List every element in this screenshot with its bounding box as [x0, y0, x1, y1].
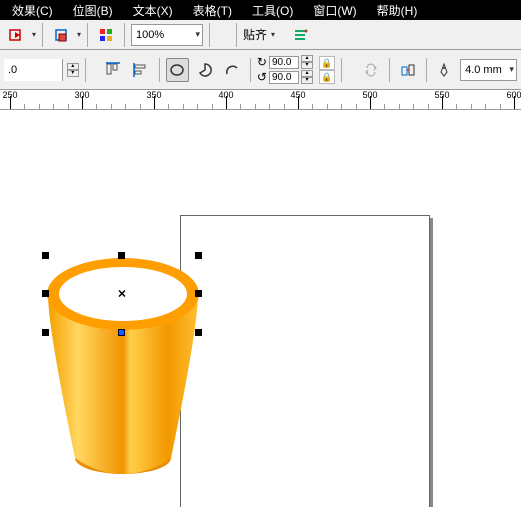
ruler-label: 600: [506, 90, 521, 100]
pie-tool-icon[interactable]: [193, 58, 216, 82]
options-icon[interactable]: [289, 23, 313, 47]
toolbar-main: ▾ ▾ 100% ▾ 贴齐 ▾: [0, 20, 521, 50]
separator: [124, 23, 125, 47]
outline-width-value: 4.0 mm: [465, 64, 502, 76]
separator: [42, 23, 43, 47]
ruler-label: 350: [146, 90, 161, 100]
outline-pen-icon[interactable]: [433, 58, 456, 82]
align-top-icon[interactable]: [102, 58, 125, 82]
import-icon[interactable]: [4, 23, 28, 47]
app-launcher-icon[interactable]: [94, 23, 118, 47]
arc-tool-icon[interactable]: [220, 58, 243, 82]
export-dd[interactable]: ▾: [77, 30, 81, 39]
align-left-icon[interactable]: [129, 58, 152, 82]
node-handle[interactable]: [118, 329, 125, 336]
rotate-ccw-icon: ↺: [257, 70, 267, 84]
ruler-label: 250: [2, 90, 17, 100]
ellipse-tool-icon[interactable]: [166, 58, 189, 82]
angle2: 90.0: [269, 71, 299, 84]
handle-bl[interactable]: [42, 329, 49, 336]
handle-tr[interactable]: [195, 252, 202, 259]
handle-mr[interactable]: [195, 290, 202, 297]
value-text: .0: [8, 64, 17, 76]
separator: [85, 58, 86, 82]
separator: [389, 58, 390, 82]
snap-label[interactable]: 贴齐: [243, 26, 267, 43]
ruler-label: 500: [362, 90, 377, 100]
chevron-down-icon: ▾: [196, 29, 201, 40]
ruler-label: 450: [290, 90, 305, 100]
separator: [426, 58, 427, 82]
menu-text[interactable]: 文本(X): [133, 2, 173, 19]
toolbar-properties: .0 ▴▾ ↻ 90.0 ▴▾ ↺ 90.0 ▴▾ 🔒 🔒: [0, 50, 521, 90]
selection-box: ✕: [46, 256, 198, 332]
swap-direction-icon[interactable]: [360, 58, 383, 82]
menu-effects[interactable]: 效果(C): [12, 2, 53, 19]
separator: [87, 23, 88, 47]
canvas-area[interactable]: ✕: [0, 110, 521, 507]
menu-tools[interactable]: 工具(O): [252, 2, 293, 19]
angle1: 90.0: [269, 56, 299, 69]
menu-window[interactable]: 窗口(W): [313, 2, 356, 19]
menu-table[interactable]: 表格(T): [193, 2, 232, 19]
ruler-label: 300: [74, 90, 89, 100]
ruler-horizontal[interactable]: 250 300 350 400 450 500 550 600: [0, 90, 521, 110]
handle-br[interactable]: [195, 329, 202, 336]
ruler-label: 400: [218, 90, 233, 100]
menu-bitmap[interactable]: 位图(B): [73, 2, 113, 19]
value-spinner[interactable]: ▴▾: [67, 63, 79, 77]
angle1-spinner[interactable]: ▴▾: [301, 55, 313, 69]
angle2-spinner[interactable]: ▴▾: [301, 70, 313, 84]
handle-tl[interactable]: [42, 252, 49, 259]
menu-help[interactable]: 帮助(H): [377, 2, 418, 19]
convert-icon[interactable]: [396, 58, 419, 82]
lock-bottom-icon[interactable]: 🔒: [319, 70, 335, 84]
export-icon[interactable]: [49, 23, 73, 47]
separator: [341, 58, 342, 82]
rotate-cw-icon: ↻: [257, 55, 267, 69]
ruler-label: 550: [434, 90, 449, 100]
separator: [250, 58, 251, 82]
snap-dd[interactable]: ▾: [271, 30, 275, 39]
chevron-down-icon: ▾: [509, 64, 514, 75]
handle-tm[interactable]: [118, 252, 125, 259]
value-field[interactable]: .0: [4, 59, 63, 81]
page: [180, 215, 430, 507]
lock-top-icon[interactable]: 🔒: [319, 56, 335, 70]
import-dd[interactable]: ▾: [32, 30, 36, 39]
zoom-value: 100%: [136, 29, 164, 41]
separator: [236, 23, 237, 47]
separator: [159, 58, 160, 82]
rotation-angles: ↻ 90.0 ▴▾ ↺ 90.0 ▴▾: [257, 55, 313, 85]
separator: [209, 23, 210, 47]
menu-bar: 效果(C) 位图(B) 文本(X) 表格(T) 工具(O) 窗口(W) 帮助(H…: [0, 0, 521, 20]
zoom-combo[interactable]: 100% ▾: [131, 24, 203, 46]
center-marker-icon: ✕: [117, 288, 126, 301]
outline-width-combo[interactable]: 4.0 mm ▾: [460, 59, 517, 81]
lock-icons: 🔒 🔒: [319, 56, 335, 84]
handle-ml[interactable]: [42, 290, 49, 297]
